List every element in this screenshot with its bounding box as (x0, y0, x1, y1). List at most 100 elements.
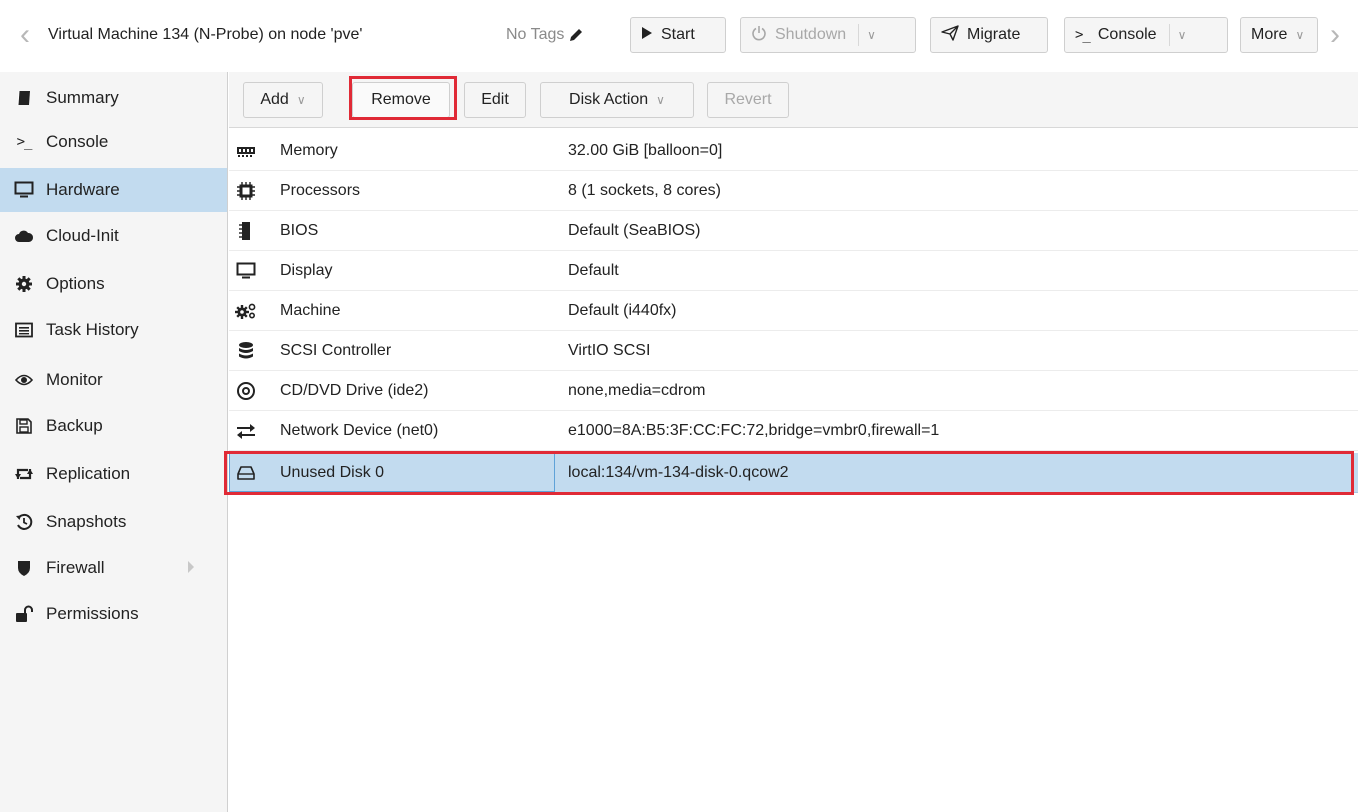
hardware-toolbar: Add ∨ Remove Edit Disk Action ∨ Revert (229, 72, 1358, 128)
eye-icon (14, 370, 34, 390)
terminal-prompt-icon: >_ (16, 134, 33, 150)
table-row[interactable]: Display Default (229, 251, 1358, 291)
console-button[interactable]: >_ Console ∨ (1064, 17, 1228, 53)
row-key: Machine (280, 301, 341, 319)
revert-label: Revert (724, 91, 772, 108)
sidebar-item-label: Hardware (46, 180, 120, 199)
sidebar-item-summary[interactable]: Summary (0, 76, 227, 120)
cogs-icon (235, 300, 257, 322)
sidebar-item-hardware[interactable]: Hardware (0, 168, 227, 212)
remove-button[interactable]: Remove (352, 82, 450, 118)
table-row[interactable]: BIOS Default (SeaBIOS) (229, 211, 1358, 251)
pencil-icon[interactable] (568, 27, 584, 43)
table-row[interactable]: CD/DVD Drive (ide2) none,media=cdrom (229, 371, 1358, 411)
floppy-icon (14, 416, 34, 436)
row-value: Default (i440fx) (568, 301, 677, 319)
sidebar-item-label: Options (46, 274, 105, 293)
row-value: VirtIO SCSI (568, 341, 651, 359)
row-value: local:134/vm-134-disk-0.qcow2 (568, 463, 789, 481)
exchange-icon (235, 420, 257, 442)
history-icon (14, 512, 34, 532)
edit-label: Edit (481, 91, 509, 108)
table-row[interactable]: Machine Default (i440fx) (229, 291, 1358, 331)
play-icon (641, 26, 653, 45)
cdrom-icon (235, 380, 257, 402)
microchip-icon (235, 220, 257, 242)
row-value: e1000=8A:B5:3F:CC:FC:72,bridge=vmbr0,fir… (568, 421, 940, 439)
chevron-down-icon: ∨ (296, 93, 306, 107)
start-button[interactable]: Start (630, 17, 726, 53)
row-key: Network Device (net0) (280, 421, 439, 439)
split-separator (1168, 24, 1170, 46)
desktop-icon (235, 260, 257, 282)
table-row[interactable]: Network Device (net0) e1000=8A:B5:3F:CC:… (229, 411, 1358, 451)
sidebar-item-task-history[interactable]: Task History (0, 308, 227, 352)
hdd-icon (235, 462, 257, 484)
row-value: none,media=cdrom (568, 381, 706, 399)
row-value: 8 (1 sockets, 8 cores) (568, 181, 721, 199)
sidebar-item-console[interactable]: >_ Console (0, 120, 227, 164)
chevron-down-icon: ∨ (1295, 28, 1305, 42)
row-value: Default (568, 261, 619, 279)
unlock-icon (14, 604, 34, 624)
shutdown-button[interactable]: Shutdown ∨ (740, 17, 916, 53)
sidebar-item-label: Monitor (46, 370, 103, 389)
tags-field[interactable]: No Tags (506, 26, 584, 44)
terminal-prompt-icon: >_ (1075, 27, 1091, 43)
scroll-left-icon[interactable]: ‹ (14, 14, 36, 56)
cloud-icon (14, 226, 34, 246)
paper-plane-icon (941, 24, 959, 46)
migrate-button[interactable]: Migrate (930, 17, 1048, 53)
row-value: Default (SeaBIOS) (568, 221, 701, 239)
sidebar-item-label: Task History (46, 320, 139, 339)
expand-arrow-icon[interactable] (188, 561, 194, 573)
row-key: Display (280, 261, 333, 279)
focused-cell (229, 453, 555, 492)
table-row[interactable]: Memory 32.00 GiB [balloon=0] (229, 131, 1358, 171)
sidebar-item-replication[interactable]: Replication (0, 452, 227, 496)
sidebar-item-cloud-init[interactable]: Cloud-Init (0, 214, 227, 258)
shield-icon (14, 558, 34, 578)
edit-button[interactable]: Edit (464, 82, 526, 118)
chevron-down-icon: ∨ (656, 93, 665, 107)
sidebar: Summary >_ Console Hardware Cloud-Init O… (0, 72, 228, 812)
more-label: More (1251, 26, 1288, 43)
book-icon (14, 88, 34, 108)
memory-icon (235, 140, 257, 162)
row-value: 32.00 GiB [balloon=0] (568, 141, 723, 159)
sidebar-item-label: Backup (46, 416, 103, 435)
scroll-right-icon[interactable]: › (1324, 14, 1346, 56)
sidebar-item-label: Permissions (46, 604, 139, 623)
add-button[interactable]: Add ∨ (243, 82, 323, 118)
chevron-down-icon[interactable]: ∨ (1178, 28, 1187, 42)
disk-action-button[interactable]: Disk Action ∨ (540, 82, 694, 118)
row-key: Memory (280, 141, 338, 159)
add-label: Add (260, 91, 289, 108)
database-icon (235, 340, 257, 362)
row-key: Unused Disk 0 (280, 463, 385, 481)
cpu-icon (235, 180, 257, 202)
more-button[interactable]: More ∨ (1240, 17, 1318, 53)
table-row-selected[interactable]: Unused Disk 0 local:134/vm-134-disk-0.qc… (229, 453, 1358, 493)
sidebar-item-label: Firewall (46, 558, 105, 577)
shutdown-label: Shutdown (775, 26, 847, 43)
page-title: Virtual Machine 134 (N-Probe) on node 'p… (48, 26, 363, 43)
migrate-label: Migrate (967, 26, 1021, 43)
table-row[interactable]: SCSI Controller VirtIO SCSI (229, 331, 1358, 371)
start-label: Start (661, 26, 695, 43)
sidebar-item-permissions[interactable]: Permissions (0, 592, 227, 636)
desktop-icon (14, 180, 34, 200)
sidebar-item-backup[interactable]: Backup (0, 404, 227, 448)
revert-button[interactable]: Revert (707, 82, 789, 118)
sidebar-item-label: Cloud-Init (46, 226, 119, 245)
table-row[interactable]: Processors 8 (1 sockets, 8 cores) (229, 171, 1358, 211)
sidebar-item-monitor[interactable]: Monitor (0, 358, 227, 402)
sidebar-item-snapshots[interactable]: Snapshots (0, 500, 227, 544)
sidebar-item-label: Console (46, 132, 109, 151)
split-separator (858, 24, 860, 46)
vm-header: ‹ Virtual Machine 134 (N-Probe) on node … (0, 0, 1358, 72)
console-label: Console (1097, 26, 1157, 43)
sidebar-item-options[interactable]: Options (0, 262, 227, 306)
sidebar-item-firewall[interactable]: Firewall (0, 546, 227, 590)
chevron-down-icon[interactable]: ∨ (867, 28, 876, 42)
